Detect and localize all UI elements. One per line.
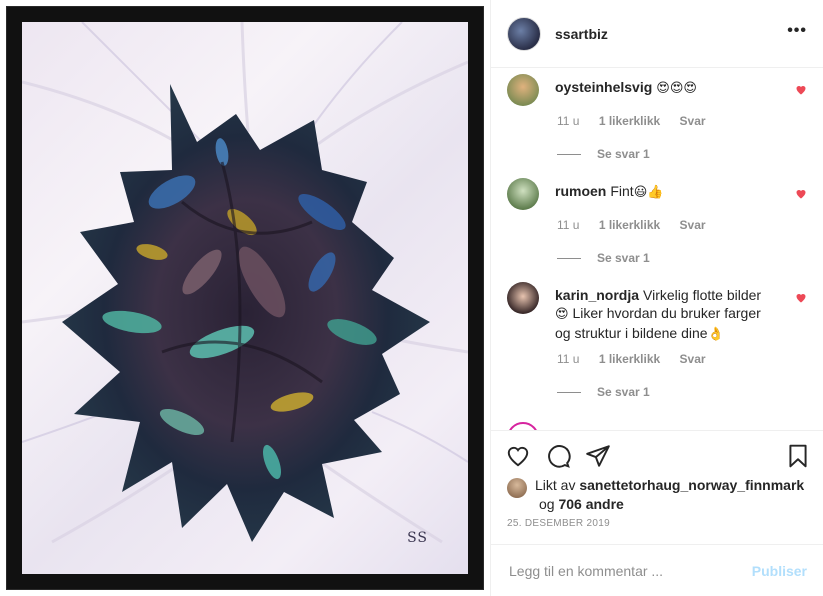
comment-username[interactable]: oysteinhelsvig [555,79,652,95]
emoji-smile-thumbs-icon: 😃👍 [633,185,664,200]
comment-meta: 11 u 1 likerklikk Svar [557,114,722,128]
view-replies[interactable]: Se svar 1 [557,385,650,399]
comment-meta: 11 u 1 likerklikk Svar [557,218,722,232]
comment-likes[interactable]: 1 likerklikk [599,352,660,366]
emoji-heart-eyes-icon: 😍 [555,307,569,322]
add-comment-bar: Publiser [491,544,823,596]
comment-likes[interactable]: 1 likerklikk [599,114,660,128]
commenter-avatar[interactable] [507,74,539,106]
comment-message: Virkelig flotte bilder [643,287,762,303]
replies-divider [557,257,581,259]
bookmark-icon[interactable] [785,443,811,469]
comment-item: rumoen Fint😃👍 11 u 1 likerklikk Svar Se s… [507,178,807,274]
comment-likes[interactable]: 1 likerklikk [599,218,660,232]
view-replies[interactable]: Se svar 1 [557,251,650,265]
comment-username[interactable]: karin_nordja [555,287,639,303]
heart-icon[interactable] [795,188,807,200]
comments-list[interactable]: oysteinhelsvig 😍😍😍 11 u 1 likerklikk Svar… [491,68,823,430]
liker-avatar[interactable] [507,478,527,498]
heart-icon[interactable] [795,292,807,304]
comment-icon[interactable] [545,443,571,469]
commenter-avatar[interactable] [507,178,539,210]
view-replies-label[interactable]: Se svar 1 [597,385,650,399]
comment-message-continued: Liker hvordan du bruker farger og strukt… [555,305,761,341]
reply-button[interactable]: Svar [680,352,706,366]
reply-button[interactable]: Svar [680,218,706,232]
comment-time: 11 u [557,218,580,232]
liked-by-others-line: og 706 andre [539,495,807,514]
comment-meta: 11 u 1 likerklikk Svar [557,352,722,366]
comment-input[interactable] [507,561,752,580]
liked-by-and: og [539,496,555,512]
comment-text: karin_nordja Virkelig flotte bilder 😍 Lik… [555,286,767,344]
painting-canvas: SS [22,22,468,574]
emoji-ok-hand-icon: 👌 [707,327,724,342]
replies-divider [557,153,581,155]
comment-time: 11 u [557,114,580,128]
like-heart-icon[interactable] [505,443,531,469]
abstract-painting [22,22,468,544]
view-replies-label[interactable]: Se svar 1 [597,251,650,265]
post-image-pane[interactable]: SS [0,0,490,596]
liker-username[interactable]: sanettetorhaug_norway_finnmark [579,477,804,493]
artwork-signature: SS [407,530,428,546]
replies-divider [557,391,581,393]
liked-by-others[interactable]: 706 andre [558,496,623,512]
publish-button[interactable]: Publiser [752,563,807,579]
comment-time: 11 u [557,352,580,366]
post-date[interactable]: 25. DESEMBER 2019 [507,518,610,529]
reply-button[interactable]: Svar [680,114,706,128]
share-icon[interactable] [585,443,611,469]
author-username[interactable]: ssartbiz [555,26,608,42]
comment-text: rumoen Fint😃👍 [555,182,767,202]
comment-username[interactable]: rumoen [555,183,606,199]
liked-by: Likt av sanettetorhaug_norway_finnmark o… [507,476,807,514]
author-avatar[interactable] [507,16,541,51]
post-actions-bar [491,430,823,475]
comment-message: Fint [610,183,634,199]
commenter-avatar[interactable] [507,282,539,314]
commenter-avatar-partial[interactable] [507,422,539,430]
heart-icon[interactable] [795,84,807,96]
liked-by-line: Likt av sanettetorhaug_norway_finnmark [535,476,807,495]
post-side-panel: ssartbiz ••• oysteinhelsvig 😍😍😍 11 u 1 li… [490,0,823,596]
post-header: ssartbiz ••• [491,0,823,68]
emoji-heart-eyes-icon: 😍😍😍 [656,81,697,96]
comment-text: oysteinhelsvig 😍😍😍 [555,78,767,98]
comment-item: oysteinhelsvig 😍😍😍 11 u 1 likerklikk Svar… [507,74,807,170]
view-replies[interactable]: Se svar 1 [557,147,650,161]
comment-item: karin_nordja Virkelig flotte bilder 😍 Lik… [507,282,807,414]
view-replies-label[interactable]: Se svar 1 [597,147,650,161]
more-icon[interactable]: ••• [787,23,807,39]
liked-by-prefix: Likt av [535,477,576,493]
painting-frame: SS [6,6,484,590]
